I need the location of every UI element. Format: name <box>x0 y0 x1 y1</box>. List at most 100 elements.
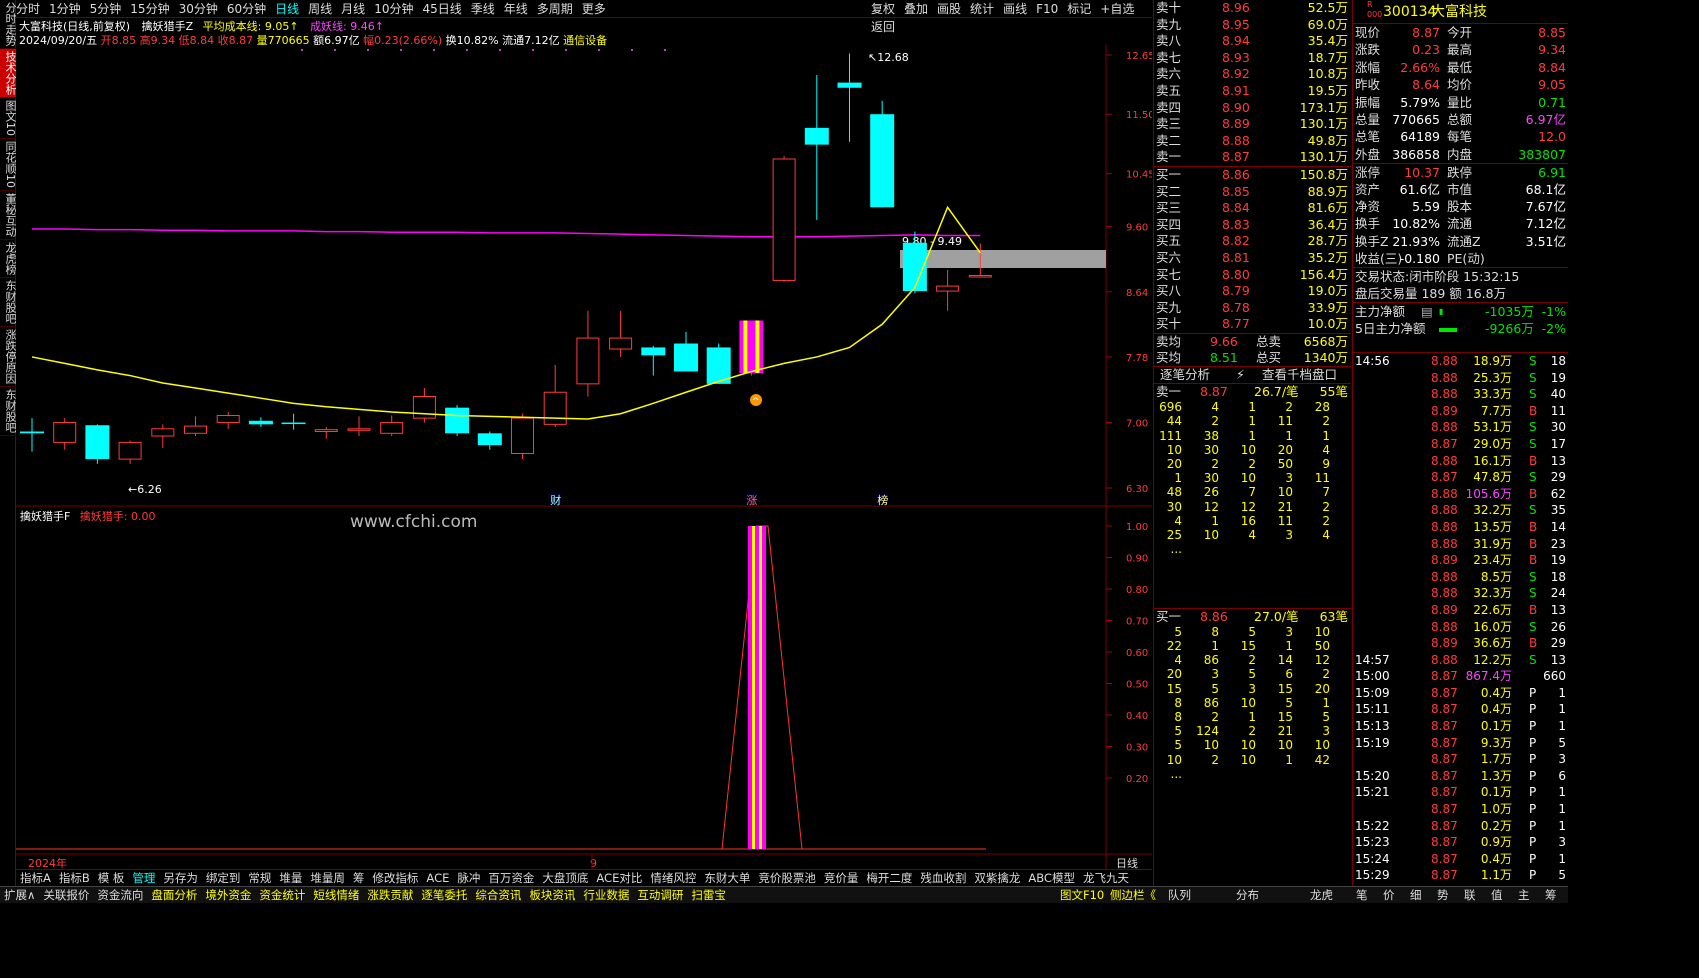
period-tab[interactable]: 日线 <box>275 0 299 18</box>
period-tab[interactable]: 月线 <box>341 0 365 18</box>
left-tab[interactable]: 分时走势 <box>0 0 17 49</box>
status-right-tab[interactable]: 细 <box>1410 887 1422 903</box>
order-row[interactable]: 买九 8.78 33.9万 <box>1154 300 1351 317</box>
indicator-tab[interactable]: 大盘顶底 <box>542 871 588 885</box>
event-marker[interactable]: 财 <box>550 493 561 507</box>
indicator-tab[interactable]: 残血收割 <box>920 871 966 885</box>
status-tab[interactable]: 关联报价 <box>43 888 89 902</box>
tool-button[interactable]: 复权 <box>871 2 895 16</box>
order-row[interactable]: 卖二 8.88 49.8万 <box>1154 133 1351 150</box>
order-row[interactable]: 卖十 8.96 52.5万 <box>1154 0 1351 17</box>
tool-button[interactable]: 标记 <box>1067 2 1091 16</box>
status-tab[interactable]: 综合资讯 <box>475 888 521 902</box>
indicator-tab[interactable]: 百万资金 <box>488 871 534 885</box>
period-tab[interactable]: 30分钟 <box>179 0 218 18</box>
status-tab[interactable]: 扩展∧ <box>4 888 35 902</box>
indicator-tab[interactable]: 常规 <box>248 871 271 885</box>
period-tab[interactable]: 更多 <box>582 0 606 18</box>
tool-button[interactable]: 画股 <box>937 2 961 16</box>
order-row[interactable]: 买十 8.77 10.0万 <box>1154 316 1351 333</box>
indicator-tab[interactable]: 东财大单 <box>704 871 750 885</box>
period-tab[interactable]: 分时 <box>16 0 40 18</box>
period-tab[interactable]: 10分钟 <box>374 0 413 18</box>
status-right-tab[interactable]: 联 <box>1464 887 1476 903</box>
status-right-tab[interactable]: 侧边栏《 <box>1110 887 1156 903</box>
status-tab[interactable]: 逐笔委托 <box>421 888 467 902</box>
indicator-tab[interactable]: 模 板 <box>98 871 125 885</box>
status-right-tab[interactable]: 笔 <box>1356 887 1368 903</box>
event-marker[interactable]: 涨 <box>746 494 757 507</box>
indicator-tab[interactable]: 脉冲 <box>457 871 480 885</box>
period-tab[interactable]: 季线 <box>471 0 495 18</box>
tool-button[interactable]: 统计 <box>970 2 994 16</box>
status-tab[interactable]: 板块资讯 <box>529 888 575 902</box>
period-tab[interactable]: 5分钟 <box>90 0 122 18</box>
order-row[interactable]: 卖一 8.87 130.1万 <box>1154 149 1351 166</box>
order-row[interactable]: 卖七 8.93 18.7万 <box>1154 50 1351 67</box>
status-right-tab[interactable]: 势 <box>1437 887 1449 903</box>
indicator-tab[interactable]: ABC模型 <box>1028 871 1075 885</box>
status-tab[interactable]: 互动调研 <box>637 888 683 902</box>
indicator-tab[interactable]: 另存为 <box>163 871 198 885</box>
order-row[interactable]: 卖八 8.94 35.4万 <box>1154 33 1351 50</box>
order-row[interactable]: 卖五 8.91 19.5万 <box>1154 83 1351 100</box>
list-icon[interactable]: ▤ <box>1421 303 1433 320</box>
period-tab[interactable]: 年线 <box>504 0 528 18</box>
status-tab[interactable]: 扫雷宝 <box>691 888 726 902</box>
period-tab[interactable]: 60分钟 <box>227 0 266 18</box>
status-tab[interactable]: 涨跌贡献 <box>367 888 413 902</box>
status-tab[interactable]: 行业数据 <box>583 888 629 902</box>
order-row[interactable]: 买一 8.86 150.8万 <box>1154 167 1351 184</box>
status-right-tab[interactable]: 价 <box>1383 887 1395 903</box>
indicator-name[interactable]: 擒妖猎手Z <box>142 20 194 33</box>
status-right-tab[interactable]: 龙虎 <box>1310 887 1333 903</box>
indicator-tab[interactable]: 指标A <box>20 871 51 885</box>
status-tab[interactable]: 盘面分析 <box>151 888 197 902</box>
order-row[interactable]: 买七 8.80 156.4万 <box>1154 267 1351 284</box>
left-tab[interactable]: 董秘互动 <box>0 191 17 240</box>
order-row[interactable]: 买八 8.79 19.0万 <box>1154 283 1351 300</box>
indicator-tab[interactable]: 堆量周 <box>310 871 345 885</box>
indicator-tab[interactable]: ACE对比 <box>596 871 642 885</box>
period-tab[interactable]: 1分钟 <box>49 0 81 18</box>
event-marker[interactable]: 榜 <box>877 493 888 507</box>
left-tab[interactable]: 东财股吧 <box>0 278 17 327</box>
order-row[interactable]: 买三 8.84 81.6万 <box>1154 200 1351 217</box>
indicator-tab[interactable]: 堆量 <box>279 871 302 885</box>
tab-zhubi[interactable]: 逐笔分析 <box>1160 367 1210 384</box>
period-tab[interactable]: 多周期 <box>537 0 573 18</box>
left-tab[interactable]: 图文10 <box>0 98 17 139</box>
period-tab[interactable]: 周线 <box>308 0 332 18</box>
indicator-tab[interactable]: 双紫擒龙 <box>974 871 1020 885</box>
status-tab[interactable]: 资金流向 <box>97 888 143 902</box>
left-tab[interactable]: 龙虎榜 <box>0 240 17 278</box>
order-row[interactable]: 卖六 8.92 10.8万 <box>1154 66 1351 83</box>
indicator-tab[interactable]: 筹 <box>353 871 365 885</box>
status-right-tab[interactable]: 筹 <box>1545 887 1557 903</box>
indicator-tab[interactable]: 龙飞九天 <box>1083 871 1129 885</box>
status-tab[interactable]: 资金统计 <box>259 888 305 902</box>
order-row[interactable]: 卖三 8.89 130.1万 <box>1154 116 1351 133</box>
order-row[interactable]: 买四 8.83 36.4万 <box>1154 217 1351 234</box>
order-row[interactable]: 买二 8.85 88.9万 <box>1154 184 1351 201</box>
period-tab[interactable]: 45日线 <box>422 0 461 18</box>
indicator-tab[interactable]: 绑定到 <box>206 871 241 885</box>
indicator-tab[interactable]: 修改指标 <box>372 871 418 885</box>
order-row[interactable]: 卖九 8.95 69.0万 <box>1154 17 1351 34</box>
status-tab[interactable]: 短线情绪 <box>313 888 359 902</box>
left-tab[interactable]: 东财股吧 <box>0 387 17 436</box>
status-right-tab[interactable]: 队列 <box>1168 887 1191 903</box>
status-tab[interactable]: 境外资金 <box>205 888 251 902</box>
status-right-tab[interactable]: 值 <box>1491 887 1503 903</box>
tab-qiandang[interactable]: 查看千档盘口 <box>1262 367 1337 384</box>
indicator-tab[interactable]: 竞价量 <box>824 871 859 885</box>
tool-button[interactable]: 画线 <box>1003 2 1027 16</box>
sub-indicator-name[interactable]: 擒妖猎手F <box>20 510 70 523</box>
indicator-tab[interactable]: 管理 <box>132 871 155 885</box>
left-tab[interactable]: 涨跌停原因 <box>0 327 17 387</box>
order-row[interactable]: 卖四 8.90 173.1万 <box>1154 100 1351 117</box>
indicator-tab[interactable]: 情绪风控 <box>650 871 696 885</box>
period-tab[interactable]: 15分钟 <box>130 0 169 18</box>
indicator-tab[interactable]: 指标B <box>59 871 90 885</box>
indicator-tab[interactable]: ACE <box>426 871 449 885</box>
